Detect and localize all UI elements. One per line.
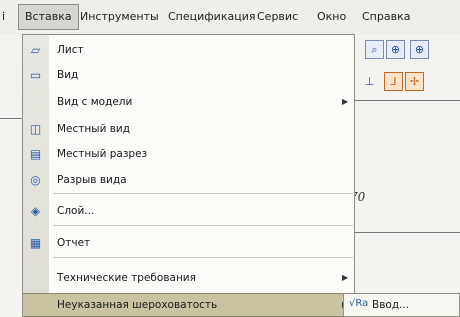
menu-item-label: Разрыв вида <box>57 174 127 186</box>
menu-item-label: Лист <box>57 44 84 56</box>
submenu-arrow-icon: ▶ <box>342 97 349 106</box>
left-toolbar <box>0 34 22 317</box>
menu-window[interactable]: Окно <box>317 10 346 23</box>
view-icon: ▭ <box>29 68 42 82</box>
menu-help[interactable]: Справка <box>362 10 410 23</box>
zoom-icon[interactable]: ⊕ <box>410 40 429 59</box>
menu-separator <box>53 225 353 226</box>
menu-item-technical-requirements[interactable]: Технические требования ▶ <box>23 267 354 289</box>
menu-item-report[interactable]: ▦ Отчет <box>23 232 354 254</box>
menu-item-label: Неуказанная шероховатость <box>57 299 218 311</box>
menu-insert[interactable]: Вставка <box>18 4 79 30</box>
zoom-in-icon[interactable]: ⊕ <box>386 40 405 59</box>
axis-icon[interactable]: ⊥ <box>360 72 379 91</box>
local-view-icon: ◫ <box>29 122 42 136</box>
zoom-window-icon[interactable]: ⌕ <box>365 40 384 59</box>
layer-icon: ◈ <box>30 204 41 218</box>
menu-item-local-view[interactable]: ◫ Местный вид <box>23 118 354 140</box>
menu-item-layer[interactable]: ◈ Слой... <box>23 200 354 222</box>
sheet-icon: ▱ <box>30 43 41 57</box>
menubar: і Вставка Инструменты Спецификация Серви… <box>0 0 460 35</box>
menu-item-view[interactable]: ▭ Вид <box>23 64 354 86</box>
menu-service[interactable]: Сервис <box>257 10 298 23</box>
menu-item-sheet[interactable]: ▱ Лист <box>23 39 354 61</box>
roughness-icon: √Ra <box>349 298 369 309</box>
menu-item-local-section[interactable]: ▤ Местный разрез <box>23 143 354 165</box>
submenu-item-input[interactable]: Ввод... <box>372 299 409 311</box>
menu-item-label: Слой... <box>57 205 95 217</box>
insert-menu: ▱ Лист ▭ Вид Вид с модели ▶ ◫ Местный ви… <box>22 34 355 317</box>
menu-tools[interactable]: Инструменты <box>80 10 159 23</box>
submenu-arrow-icon: ▶ <box>342 273 349 282</box>
ortho-icon[interactable]: ⅃ <box>384 72 403 91</box>
menubar-fragment: і <box>2 10 6 23</box>
menu-item-label: Вид с модели <box>57 96 133 108</box>
drawing-line <box>355 100 460 101</box>
menu-item-unspecified-roughness[interactable]: Неуказанная шероховатость ▶ <box>23 293 354 317</box>
view-break-icon: ◎ <box>30 173 41 187</box>
menu-specification[interactable]: Спецификация <box>168 10 255 23</box>
drawing-line <box>355 232 460 233</box>
menu-item-view-from-model[interactable]: Вид с модели ▶ <box>23 91 354 113</box>
local-section-icon: ▤ <box>29 147 42 161</box>
report-icon: ▦ <box>29 236 42 250</box>
menu-item-label: Технические требования <box>57 272 196 284</box>
menu-item-label: Местный разрез <box>57 148 148 160</box>
snap-icon[interactable]: ✢ <box>405 72 424 91</box>
menu-separator <box>53 193 353 194</box>
menu-item-label: Местный вид <box>57 123 130 135</box>
roughness-submenu: √Ra Ввод... <box>343 293 460 317</box>
menu-item-view-break[interactable]: ◎ Разрыв вида <box>23 169 354 191</box>
menu-item-label: Отчет <box>57 237 91 249</box>
menu-separator <box>53 257 353 258</box>
menu-item-label: Вид <box>57 69 79 81</box>
drawing-line <box>0 118 22 119</box>
